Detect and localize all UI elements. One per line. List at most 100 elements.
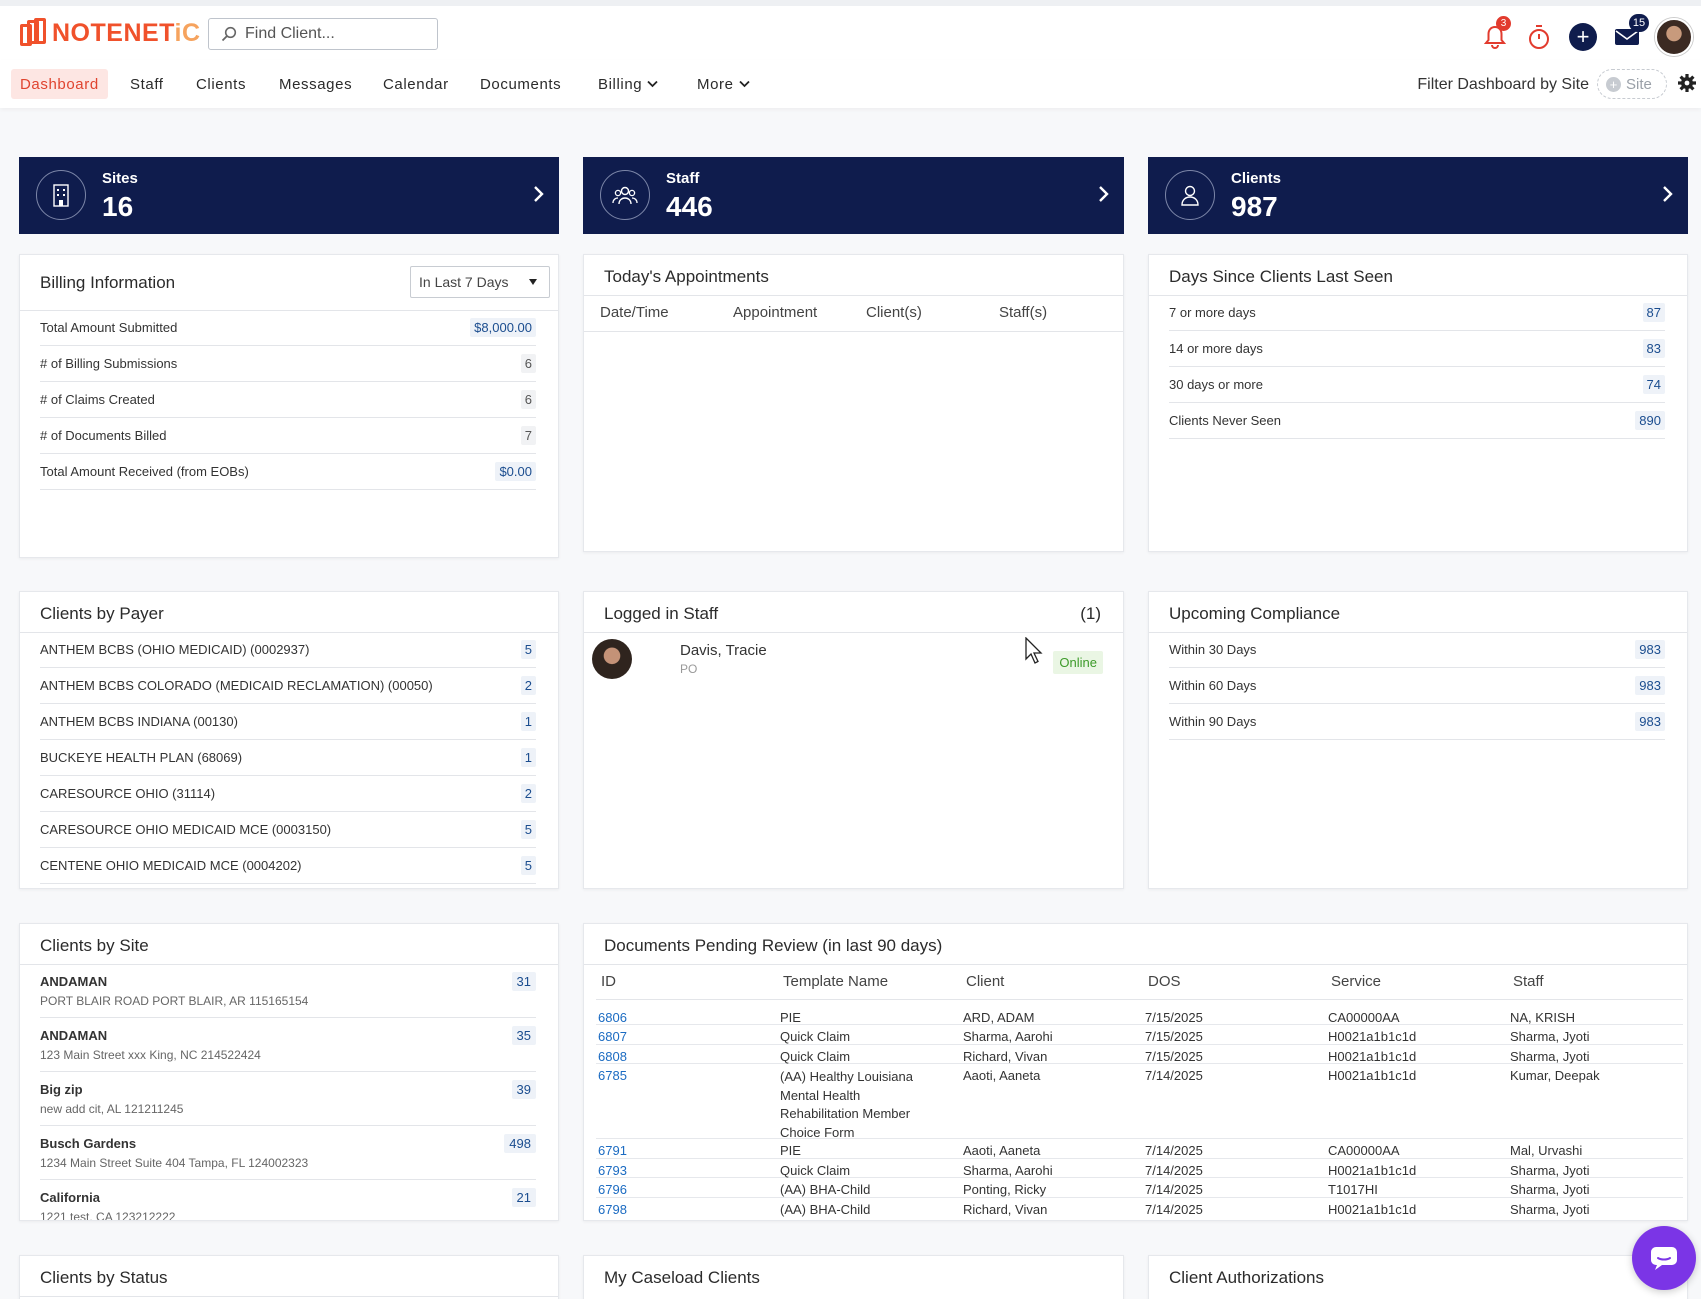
chevron-right-icon[interactable] xyxy=(533,185,545,203)
row-value[interactable]: 83 xyxy=(1642,339,1665,358)
documents-pending-review-panel: Documents Pending Review (in last 90 day… xyxy=(583,923,1688,1221)
row-value[interactable]: 2 xyxy=(520,676,536,695)
nav-messages[interactable]: Messages xyxy=(270,69,361,99)
col-appointment[interactable]: Appointment xyxy=(733,304,817,321)
service-cell: CA00000AA xyxy=(1328,1010,1400,1025)
row-value[interactable]: 1 xyxy=(520,712,536,731)
site-name: ANDAMAN xyxy=(40,974,108,989)
site-count[interactable]: 35 xyxy=(511,1026,536,1045)
row-value[interactable]: 5 xyxy=(520,640,536,659)
table-row[interactable]: 6785 (AA) Healthy Louisiana Mental Health R… xyxy=(596,1064,1683,1140)
col-staffs[interactable]: Staff(s) xyxy=(999,304,1047,321)
row-value[interactable]: 890 xyxy=(1635,411,1665,430)
row-value[interactable]: 6 xyxy=(520,390,536,409)
nav-more[interactable]: More xyxy=(688,69,759,99)
clients-stat-card[interactable]: Clients 987 xyxy=(1148,157,1688,234)
site-count[interactable]: 21 xyxy=(511,1188,536,1207)
row-label: Total Amount Received (from EOBs) xyxy=(40,464,249,479)
col-clients[interactable]: Client(s) xyxy=(866,304,922,321)
col-client[interactable]: Client xyxy=(966,973,1004,990)
row-value[interactable]: 87 xyxy=(1642,303,1665,322)
row-label: # of Claims Created xyxy=(40,392,155,407)
site-count[interactable]: 39 xyxy=(511,1080,536,1099)
panel-title: Today's Appointments xyxy=(604,267,769,286)
site-row[interactable]: Busch Gardens 1234 Main Street Suite 404 … xyxy=(40,1126,536,1180)
nav-billing[interactable]: Billing xyxy=(589,69,667,99)
row-value[interactable]: 983 xyxy=(1635,712,1665,731)
site-count[interactable]: 31 xyxy=(511,972,536,991)
document-id-link[interactable]: 6785 xyxy=(598,1068,627,1083)
row-label: Within 30 Days xyxy=(1169,642,1257,657)
staff-cell: Sharma, Jyoti xyxy=(1510,1029,1590,1044)
row-value[interactable]: 7 xyxy=(520,426,536,445)
staff-name[interactable]: Davis, Tracie xyxy=(680,642,767,659)
nav-calendar[interactable]: Calendar xyxy=(374,69,458,99)
nav-dashboard[interactable]: Dashboard xyxy=(11,69,108,99)
gear-icon[interactable] xyxy=(1677,73,1697,93)
row-value[interactable]: 6 xyxy=(520,354,536,373)
col-template-name[interactable]: Template Name xyxy=(783,973,888,990)
sites-stat-card[interactable]: Sites 16 xyxy=(19,157,559,234)
user-avatar[interactable] xyxy=(1655,18,1693,56)
row-value[interactable]: 74 xyxy=(1642,375,1665,394)
row-value[interactable]: 983 xyxy=(1635,640,1665,659)
chevron-right-icon[interactable] xyxy=(1662,185,1674,203)
notifications-badge: 3 xyxy=(1496,16,1511,31)
col-service[interactable]: Service xyxy=(1331,973,1381,990)
nav-documents[interactable]: Documents xyxy=(471,69,570,99)
col-id[interactable]: ID xyxy=(601,973,616,990)
panel-title: Upcoming Compliance xyxy=(1169,604,1341,623)
dos-cell: 7/15/2025 xyxy=(1145,1010,1203,1025)
row-value[interactable]: $0.00 xyxy=(495,462,536,481)
clients-by-status-panel: Clients by Status xyxy=(19,1255,559,1299)
site-row[interactable]: California 1221 test, CA 123212222 21 xyxy=(40,1180,536,1220)
site-row[interactable]: ANDAMAN PORT BLAIR ROAD PORT BLAIR, AR 11… xyxy=(40,964,536,1018)
row-value[interactable]: 5 xyxy=(520,820,536,839)
template-cell: Quick Claim xyxy=(780,1163,851,1178)
table-row[interactable]: 6793 Quick Claim Sharma, Aarohi 7/14/2025 H0… xyxy=(596,1159,1683,1178)
table-row[interactable]: 6807 Quick Claim Sharma, Aarohi 7/15/2025 H0… xyxy=(596,1025,1683,1045)
row-value[interactable]: 5 xyxy=(520,856,536,875)
notifications-button[interactable]: 3 xyxy=(1479,16,1511,54)
col-date-time[interactable]: Date/Time xyxy=(600,304,669,321)
document-id-link[interactable]: 6791 xyxy=(598,1143,627,1158)
add-button[interactable]: + xyxy=(1567,20,1599,54)
staff-stat-card[interactable]: Staff 446 xyxy=(583,157,1124,234)
document-id-link[interactable]: 6806 xyxy=(598,1010,627,1025)
document-id-link[interactable]: 6798 xyxy=(598,1202,627,1217)
table-row[interactable]: 6796 (AA) BHA-Child Ponting, Ricky 7/14/202… xyxy=(596,1178,1683,1198)
chat-launcher-button[interactable] xyxy=(1632,1226,1696,1290)
row-value[interactable]: $8,000.00 xyxy=(470,318,536,337)
row-label: 14 or more days xyxy=(1169,341,1263,356)
find-client-search[interactable] xyxy=(208,18,438,50)
messages-button[interactable]: 15 xyxy=(1611,14,1649,54)
last-seen-row: 30 days or more 74 xyxy=(1169,367,1665,403)
site-count[interactable]: 498 xyxy=(504,1134,536,1153)
notenetic-logo[interactable]: NOTENETiC xyxy=(20,18,201,48)
col-staff[interactable]: Staff xyxy=(1513,973,1544,990)
row-value[interactable]: 1 xyxy=(520,748,536,767)
document-id-link[interactable]: 6807 xyxy=(598,1029,627,1044)
row-value[interactable]: 2 xyxy=(520,784,536,803)
table-row[interactable]: 6808 Quick Claim Richard, Vivan 7/15/2025 H0… xyxy=(596,1045,1683,1064)
find-client-input[interactable] xyxy=(245,25,425,43)
site-name: Busch Gardens xyxy=(40,1136,137,1151)
table-row[interactable]: 6806 PIE ARD, ADAM 7/15/2025 CA00000AA NA, KR… xyxy=(596,1006,1683,1025)
staff-cell: Sharma, Jyoti xyxy=(1510,1202,1590,1217)
table-row[interactable]: 6798 (AA) BHA-Child Richard, Vivan 7/14/202… xyxy=(596,1198,1683,1218)
row-value[interactable]: 983 xyxy=(1635,676,1665,695)
document-id-link[interactable]: 6808 xyxy=(598,1049,627,1064)
site-row[interactable]: Big zip new add cit, AL 121211245 39 xyxy=(40,1072,536,1126)
template-line: Rehabilitation Member xyxy=(780,1106,911,1121)
table-row[interactable]: 6791 PIE Aaoti, Aaneta 7/14/2025 CA00000AA Ma… xyxy=(596,1139,1683,1159)
site-row[interactable]: ANDAMAN 123 Main Street xxx King, NC 2145… xyxy=(40,1018,536,1072)
timer-button[interactable] xyxy=(1523,20,1555,54)
chevron-right-icon[interactable] xyxy=(1098,185,1110,203)
site-filter-button[interactable]: + Site xyxy=(1597,69,1667,99)
col-dos[interactable]: DOS xyxy=(1148,973,1181,990)
nav-clients[interactable]: Clients xyxy=(187,69,255,99)
document-id-link[interactable]: 6796 xyxy=(598,1182,627,1197)
document-id-link[interactable]: 6793 xyxy=(598,1163,627,1178)
billing-range-select[interactable]: In Last 7 Days xyxy=(410,266,550,298)
nav-staff[interactable]: Staff xyxy=(121,69,173,99)
